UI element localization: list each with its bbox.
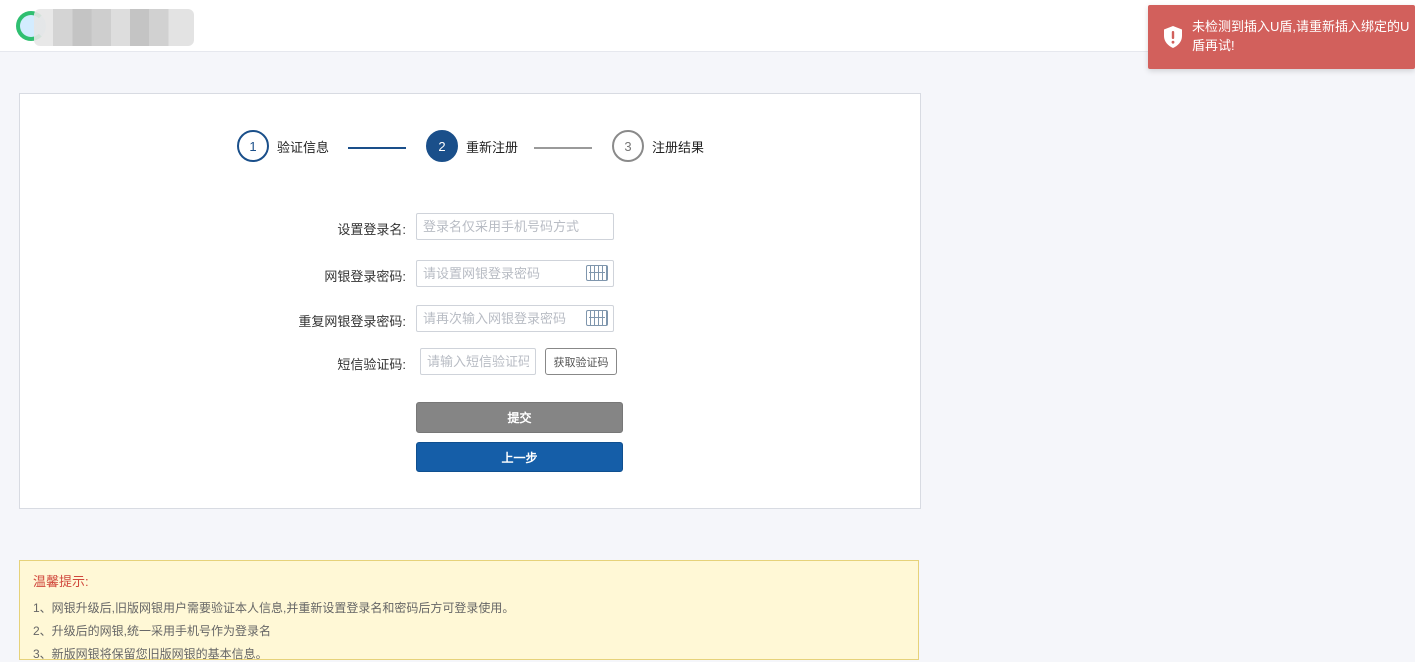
registration-card: 1 验证信息 2 重新注册 3 注册结果 设置登录名: 网银登录密码: 重复网银… [19, 93, 921, 509]
submit-button[interactable]: 提交 [416, 402, 623, 433]
password-repeat-input[interactable] [416, 305, 614, 332]
step-1-label: 验证信息 [277, 139, 330, 155]
toast-message: 未检测到插入U盾,请重新插入绑定的U盾再试! [1192, 19, 1410, 53]
username-label: 设置登录名: [337, 222, 406, 237]
step-3-number: 3 [612, 130, 644, 162]
tips-panel: 温馨提示: 1、网银升级后,旧版网银用户需要验证本人信息,并重新设置登录名和密码… [19, 560, 919, 661]
step-2: 2 重新注册 [426, 130, 518, 162]
sms-label: 短信验证码: [337, 357, 406, 372]
tips-line: 1、网银升级后,旧版网银用户需要验证本人信息,并重新设置登录名和密码后方可登录使… [33, 601, 515, 615]
username-input[interactable] [416, 213, 614, 240]
logo[interactable] [16, 9, 194, 47]
username-row: 设置登录名: [20, 213, 922, 241]
sms-code-input[interactable] [420, 348, 536, 375]
tips-title: 温馨提示: [33, 574, 89, 589]
step-connector-2 [534, 147, 592, 149]
shield-exclamation-icon [1164, 26, 1182, 48]
back-button[interactable]: 上一步 [416, 442, 623, 472]
password-repeat-label: 重复网银登录密码: [298, 314, 406, 329]
step-1-number: 1 [237, 130, 269, 162]
password-row: 网银登录密码: [20, 260, 922, 288]
step-2-number: 2 [426, 130, 458, 162]
step-3-label: 注册结果 [652, 139, 705, 155]
sms-row: 短信验证码: 获取验证码 [20, 348, 922, 376]
password-repeat-row: 重复网银登录密码: [20, 305, 922, 333]
step-2-label: 重新注册 [466, 139, 519, 155]
password-label: 网银登录密码: [324, 269, 406, 284]
step-3: 3 注册结果 [612, 130, 704, 162]
error-toast[interactable]: 未检测到插入U盾,请重新插入绑定的U盾再试! [1148, 5, 1415, 69]
keyboard-icon[interactable] [586, 265, 608, 281]
step-connector-1 [348, 147, 406, 149]
keyboard-icon[interactable] [586, 310, 608, 326]
step-1: 1 验证信息 [237, 130, 329, 162]
get-code-button[interactable]: 获取验证码 [545, 348, 617, 375]
logo-text-blurred [34, 9, 194, 46]
tips-line: 2、升级后的网银,统一采用手机号作为登录名 [33, 624, 272, 638]
tips-line: 3、新版网银将保留您旧版网银的基本信息。 [33, 647, 268, 661]
password-input[interactable] [416, 260, 614, 287]
